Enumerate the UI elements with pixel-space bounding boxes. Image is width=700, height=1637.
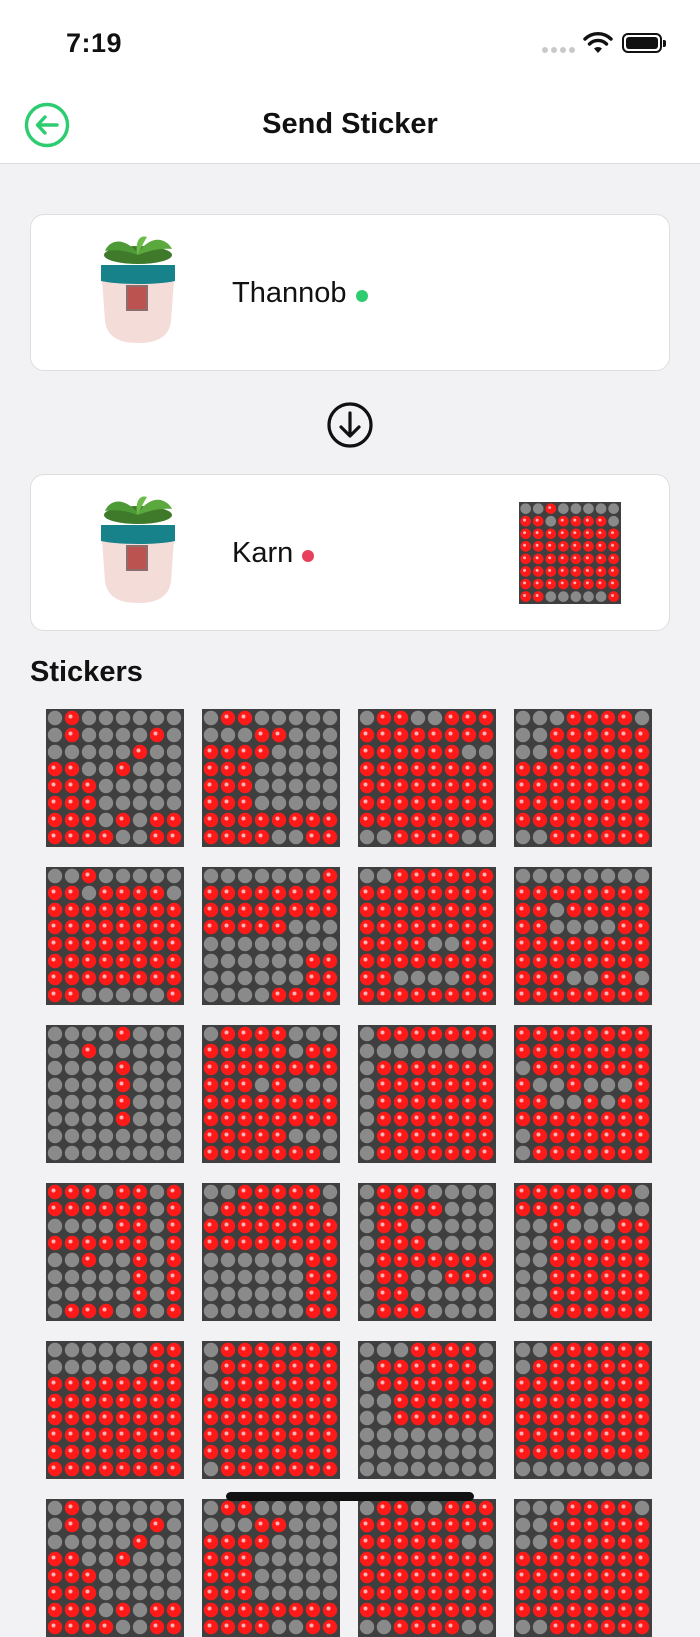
sticker-item[interactable] [514, 867, 652, 1005]
sticker-item[interactable] [202, 867, 340, 1005]
sticker-item[interactable] [46, 1499, 184, 1637]
sticker-item[interactable] [46, 1341, 184, 1479]
sticker-item[interactable] [358, 1183, 496, 1321]
sender-name: Thannob [232, 277, 347, 309]
sticker-item[interactable] [46, 1025, 184, 1163]
plant-pot-avatar [101, 236, 175, 343]
plant-pot-avatar [101, 496, 175, 603]
sticker-item[interactable] [46, 1183, 184, 1321]
sticker-item[interactable] [202, 1499, 340, 1637]
led-matrix-icon [202, 1499, 340, 1637]
wifi-icon [583, 32, 613, 53]
home-indicator[interactable] [226, 1492, 474, 1501]
led-matrix-icon [514, 1499, 652, 1637]
led-matrix-icon [358, 867, 496, 1005]
sticker-item[interactable] [514, 1499, 652, 1637]
led-matrix-icon [514, 867, 652, 1005]
led-matrix-icon [202, 1025, 340, 1163]
offline-status-dot [302, 549, 315, 562]
sticker-item[interactable] [514, 1341, 652, 1479]
online-status-dot [355, 289, 368, 302]
sender-card[interactable]: Thannob [30, 214, 670, 371]
led-matrix-icon [358, 1341, 496, 1479]
cellular-signal-icon [542, 47, 575, 53]
sticker-item[interactable] [46, 709, 184, 847]
led-matrix-icon [514, 1183, 652, 1321]
nav-bar: Send Sticker [0, 90, 700, 164]
page-title: Send Sticker [262, 108, 438, 140]
led-matrix-icon [46, 1025, 184, 1163]
led-matrix-icon [46, 1341, 184, 1479]
sticker-item[interactable] [358, 1499, 496, 1637]
selected-sticker-preview [519, 502, 621, 604]
led-matrix-icon [514, 709, 652, 847]
receiver-card[interactable]: Karn [30, 474, 670, 631]
sticker-item[interactable] [514, 1025, 652, 1163]
sticker-item[interactable] [358, 867, 496, 1005]
led-matrix-icon [358, 1025, 496, 1163]
led-matrix-icon [519, 502, 621, 604]
led-matrix-icon [514, 1341, 652, 1479]
led-matrix-icon [202, 1183, 340, 1321]
led-matrix-icon [202, 1341, 340, 1479]
arrow-down-circle-icon [327, 402, 373, 448]
led-matrix-icon [358, 1499, 496, 1637]
sticker-item[interactable] [358, 1025, 496, 1163]
stickers-section-title: Stickers [30, 656, 143, 688]
led-matrix-icon [202, 867, 340, 1005]
led-matrix-icon [46, 1183, 184, 1321]
sticker-item[interactable] [202, 1341, 340, 1479]
led-matrix-icon [46, 867, 184, 1005]
led-matrix-icon [46, 709, 184, 847]
led-matrix-icon [202, 709, 340, 847]
sticker-item[interactable] [202, 709, 340, 847]
battery-icon [622, 33, 666, 53]
sticker-item[interactable] [514, 709, 652, 847]
status-time: 7:19 [66, 28, 123, 58]
led-matrix-icon [358, 709, 496, 847]
sticker-item[interactable] [202, 1025, 340, 1163]
sticker-item[interactable] [46, 867, 184, 1005]
led-matrix-icon [46, 1499, 184, 1637]
status-bar: 7:19 [0, 0, 700, 90]
sticker-item[interactable] [514, 1183, 652, 1321]
led-matrix-icon [358, 1183, 496, 1321]
sticker-item[interactable] [358, 1341, 496, 1479]
led-matrix-icon [514, 1025, 652, 1163]
receiver-name: Karn [232, 537, 294, 569]
sticker-item[interactable] [358, 709, 496, 847]
sticker-item[interactable] [202, 1183, 340, 1321]
